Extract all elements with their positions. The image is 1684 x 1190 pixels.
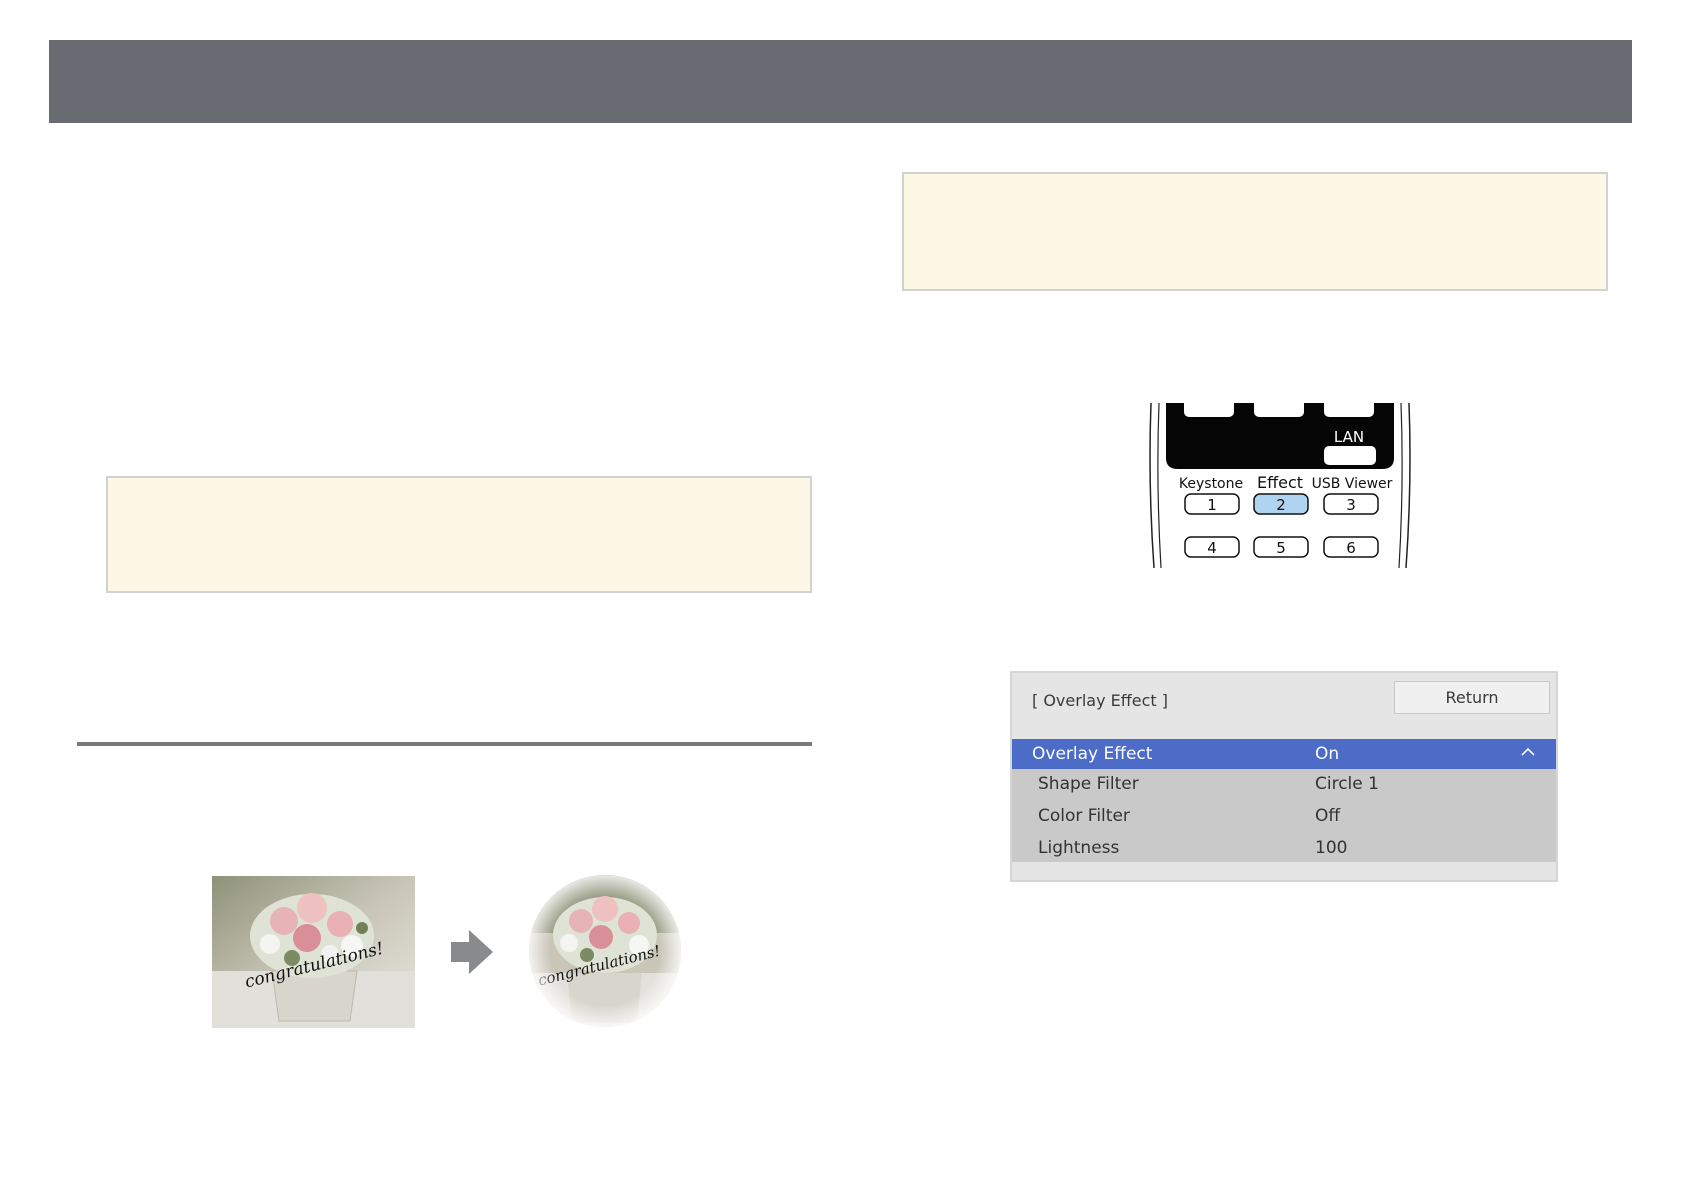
menu-row-lightness[interactable]: Lightness 100 (1012, 833, 1556, 865)
menu-row-label: Shape Filter (1038, 774, 1139, 794)
menu-row-value: Circle 1 (1315, 774, 1379, 794)
menu-title: [ Overlay Effect ] (1032, 691, 1168, 710)
menu-row-label: Color Filter (1038, 806, 1130, 826)
keystone-label: Keystone (1179, 476, 1243, 492)
section-divider (77, 742, 812, 746)
menu-row-value: Off (1315, 806, 1341, 826)
menu-footer (1012, 862, 1556, 880)
menu-row-color-filter[interactable]: Color Filter Off (1012, 801, 1556, 833)
usb-viewer-label: USB Viewer (1312, 476, 1393, 492)
return-button[interactable]: Return (1394, 681, 1550, 714)
menu-row-value: 100 (1315, 838, 1348, 858)
chevron-up-icon (1521, 747, 1535, 756)
button-number: 6 (1346, 539, 1356, 557)
menu-row-value: On (1315, 744, 1340, 764)
shape-filter-result-example: congratulations! (529, 875, 681, 1027)
menu-row-label: Overlay Effect (1032, 744, 1153, 764)
original-image-example: congratulations! (212, 876, 415, 1028)
menu-row-overlay-effect[interactable]: Overlay Effect On (1012, 739, 1556, 769)
arrow-right-icon (451, 930, 493, 974)
button-number: 5 (1276, 539, 1286, 557)
page-header-bar (49, 40, 1632, 123)
button-number: 2 (1276, 496, 1286, 514)
button-number: 1 (1207, 496, 1217, 514)
note-box (106, 476, 812, 593)
lan-label: LAN (1334, 428, 1364, 446)
menu-row-shape-filter[interactable]: Shape Filter Circle 1 (1012, 769, 1556, 801)
button-number: 3 (1346, 496, 1356, 514)
button-number: 4 (1207, 539, 1217, 557)
effect-label: Effect (1257, 473, 1303, 492)
remote-control-illustration: LAN Keystone Effect USB Viewer 1 2 3 4 5… (1149, 403, 1411, 569)
overlay-effect-menu: [ Overlay Effect ] Return Overlay Effect… (1010, 671, 1558, 882)
note-box (902, 172, 1608, 291)
menu-list: Overlay Effect On Shape Filter Circle 1 … (1012, 739, 1556, 862)
menu-row-label: Lightness (1038, 838, 1120, 858)
